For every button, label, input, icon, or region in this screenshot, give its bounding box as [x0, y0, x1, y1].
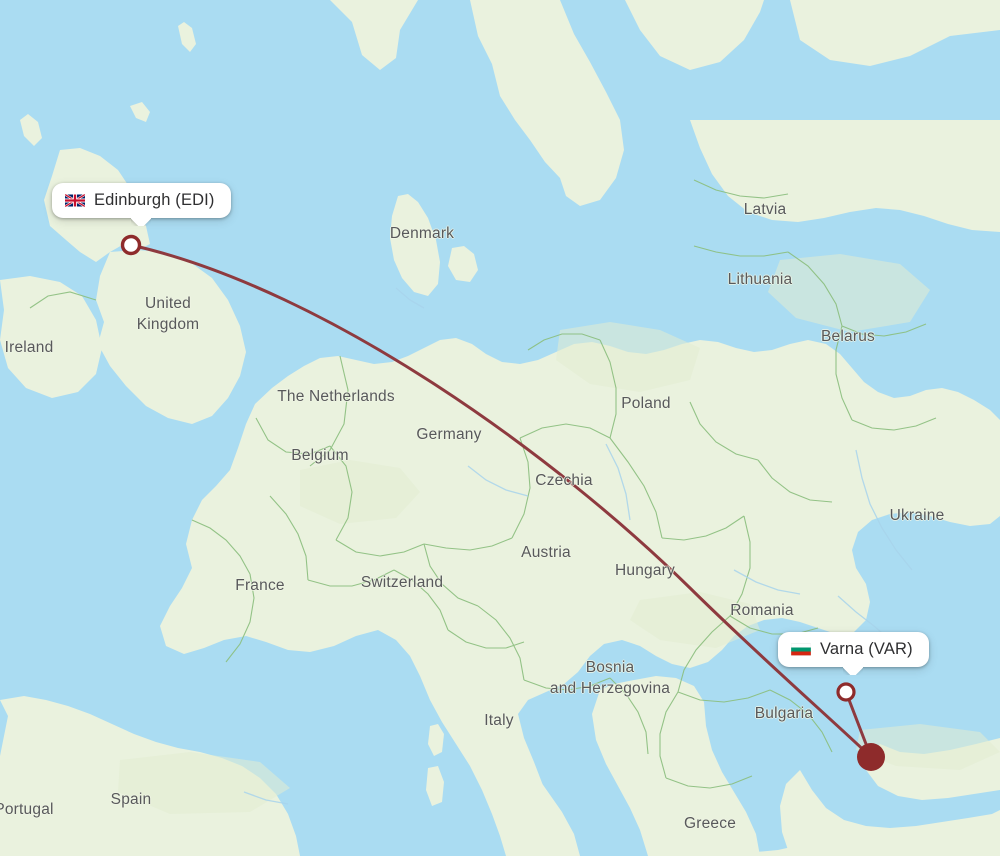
- origin-marker-edinburgh: [120, 234, 142, 256]
- bulgaria-flag-icon: [791, 643, 811, 656]
- waypoint-marker-filled: [857, 743, 885, 771]
- airport-tooltip-label-edinburgh: Edinburgh (EDI): [94, 191, 215, 209]
- tooltip-tail-edinburgh: [131, 216, 151, 226]
- uk-flag-icon: [65, 194, 85, 207]
- destination-marker-varna: [836, 682, 856, 702]
- airport-tooltip-label-varna: Varna (VAR): [820, 640, 913, 658]
- airport-tooltip-edinburgh[interactable]: Edinburgh (EDI): [52, 183, 231, 218]
- flight-route-map[interactable]: Denmark Latvia Lithuania Belarus Ukraine…: [0, 0, 1000, 856]
- map-canvas: [0, 0, 1000, 856]
- airport-tooltip-varna[interactable]: Varna (VAR): [778, 632, 929, 667]
- tooltip-tail-varna: [843, 665, 863, 675]
